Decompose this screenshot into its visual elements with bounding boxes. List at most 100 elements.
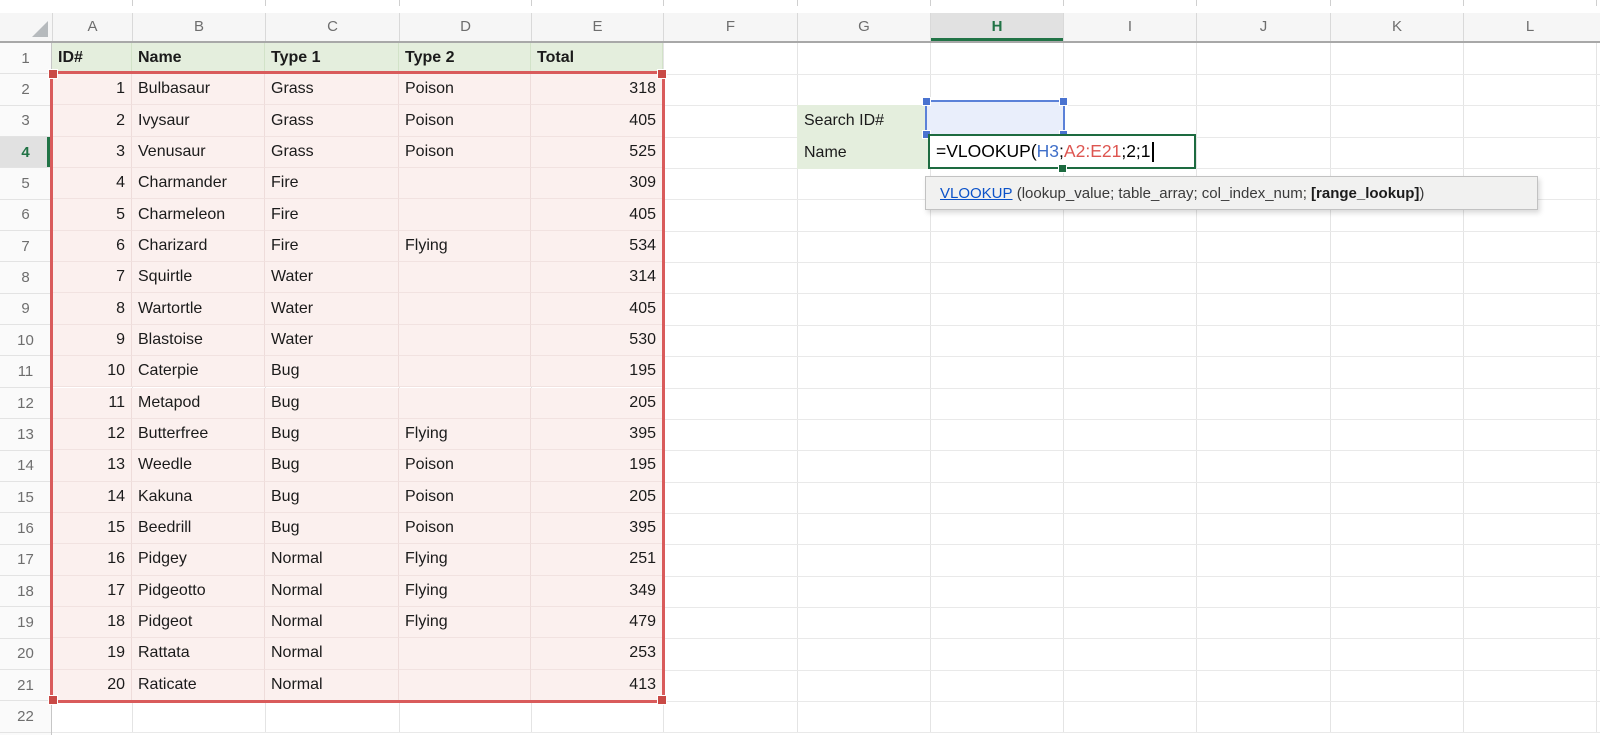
cell-E14[interactable]: 195 [531,450,663,481]
row-header-2[interactable]: 2 [0,74,51,105]
cell-C2[interactable]: Grass [265,74,399,105]
row-header-12[interactable]: 12 [0,388,51,419]
cell-B19[interactable]: Pidgeot [132,607,265,638]
cell-D20[interactable] [399,638,531,669]
cell-D14[interactable]: Poison [399,450,531,481]
cell-D3[interactable]: Poison [399,105,531,136]
cell-C16[interactable]: Bug [265,513,399,544]
column-header-J[interactable]: J [1196,13,1330,41]
cell-C1[interactable]: Type 1 [265,43,399,74]
cell-B20[interactable]: Rattata [132,638,265,669]
cell-E21[interactable]: 413 [531,670,663,701]
cell-B21[interactable]: Raticate [132,670,265,701]
row-header-8[interactable]: 8 [0,262,51,293]
cell-E12[interactable]: 205 [531,388,663,419]
cell-B8[interactable]: Squirtle [132,262,265,293]
cell-A20[interactable]: 19 [52,638,132,669]
cell-B6[interactable]: Charmeleon [132,199,265,230]
cell-A10[interactable]: 9 [52,325,132,356]
cell-D11[interactable] [399,356,531,387]
column-header-G[interactable]: G [797,13,930,41]
tooltip-function-link[interactable]: VLOOKUP [940,185,1013,202]
cell-A9[interactable]: 8 [52,293,132,324]
cell-B17[interactable]: Pidgey [132,544,265,575]
cell-A4[interactable]: 3 [52,137,132,168]
cell-B11[interactable]: Caterpie [132,356,265,387]
cell-C15[interactable]: Bug [265,482,399,513]
cell-E11[interactable]: 195 [531,356,663,387]
row-header-6[interactable]: 6 [0,200,51,231]
cell-D12[interactable] [399,388,531,419]
cell-C9[interactable]: Water [265,293,399,324]
cell-D1[interactable]: Type 2 [399,43,531,74]
cell-E5[interactable]: 309 [531,168,663,199]
cell-B16[interactable]: Beedrill [132,513,265,544]
cell-D19[interactable]: Flying [399,607,531,638]
cell-E16[interactable]: 395 [531,513,663,544]
cell-A19[interactable]: 18 [52,607,132,638]
cell-C17[interactable]: Normal [265,544,399,575]
cell-D10[interactable] [399,325,531,356]
cell-D18[interactable]: Flying [399,576,531,607]
cell-C21[interactable]: Normal [265,670,399,701]
cell-E4[interactable]: 525 [531,137,663,168]
cell-A7[interactable]: 6 [52,231,132,262]
selected-cell-h3[interactable] [925,100,1065,136]
column-header-A[interactable]: A [52,13,132,41]
column-header-E[interactable]: E [531,13,663,41]
cell-D8[interactable] [399,262,531,293]
cell-A8[interactable]: 7 [52,262,132,293]
cell-B4[interactable]: Venusaur [132,137,265,168]
row-header-20[interactable]: 20 [0,639,51,670]
cell-B2[interactable]: Bulbasaur [132,74,265,105]
fill-handle[interactable] [1058,164,1067,173]
cell-E2[interactable]: 318 [531,74,663,105]
cell-B13[interactable]: Butterfree [132,419,265,450]
row-header-15[interactable]: 15 [0,482,51,513]
cell-C12[interactable]: Bug [265,388,399,419]
cell-B9[interactable]: Wartortle [132,293,265,324]
cell-C3[interactable]: Grass [265,105,399,136]
cell-B5[interactable]: Charmander [132,168,265,199]
cell-B7[interactable]: Charizard [132,231,265,262]
cell-A3[interactable]: 2 [52,105,132,136]
cell-E6[interactable]: 405 [531,199,663,230]
row-header-21[interactable]: 21 [0,670,51,701]
cell-A12[interactable]: 11 [52,388,132,419]
row-header-13[interactable]: 13 [0,419,51,450]
cell-B18[interactable]: Pidgeotto [132,576,265,607]
cell-C19[interactable]: Normal [265,607,399,638]
row-header-7[interactable]: 7 [0,231,51,262]
cell-D6[interactable] [399,199,531,230]
cell-D17[interactable]: Flying [399,544,531,575]
cell-A6[interactable]: 5 [52,199,132,230]
cell-A2[interactable]: 1 [52,74,132,105]
row-header-17[interactable]: 17 [0,545,51,576]
column-header-L[interactable]: L [1463,13,1596,41]
column-header-H[interactable]: H [930,13,1063,41]
cell-D5[interactable] [399,168,531,199]
row-header-19[interactable]: 19 [0,607,51,638]
cell-E9[interactable]: 405 [531,293,663,324]
cell-B15[interactable]: Kakuna [132,482,265,513]
cell-E3[interactable]: 405 [531,105,663,136]
cell-B1[interactable]: Name [132,43,265,74]
row-header-14[interactable]: 14 [0,451,51,482]
cell-E19[interactable]: 479 [531,607,663,638]
cell-C6[interactable]: Fire [265,199,399,230]
column-header-B[interactable]: B [132,13,265,41]
row-header-4[interactable]: 4 [0,137,51,168]
row-header-16[interactable]: 16 [0,513,51,544]
cell-A1[interactable]: ID# [52,43,132,74]
selection-handle-top-left[interactable] [922,97,931,106]
cell-C5[interactable]: Fire [265,168,399,199]
cell-E17[interactable]: 251 [531,544,663,575]
cell-E8[interactable]: 314 [531,262,663,293]
row-header-10[interactable]: 10 [0,325,51,356]
label-search-id[interactable]: Search ID# [797,105,930,137]
cell-D15[interactable]: Poison [399,482,531,513]
row-header-11[interactable]: 11 [0,357,51,388]
cell-E13[interactable]: 395 [531,419,663,450]
cell-C10[interactable]: Water [265,325,399,356]
row-header-22[interactable]: 22 [0,701,51,732]
